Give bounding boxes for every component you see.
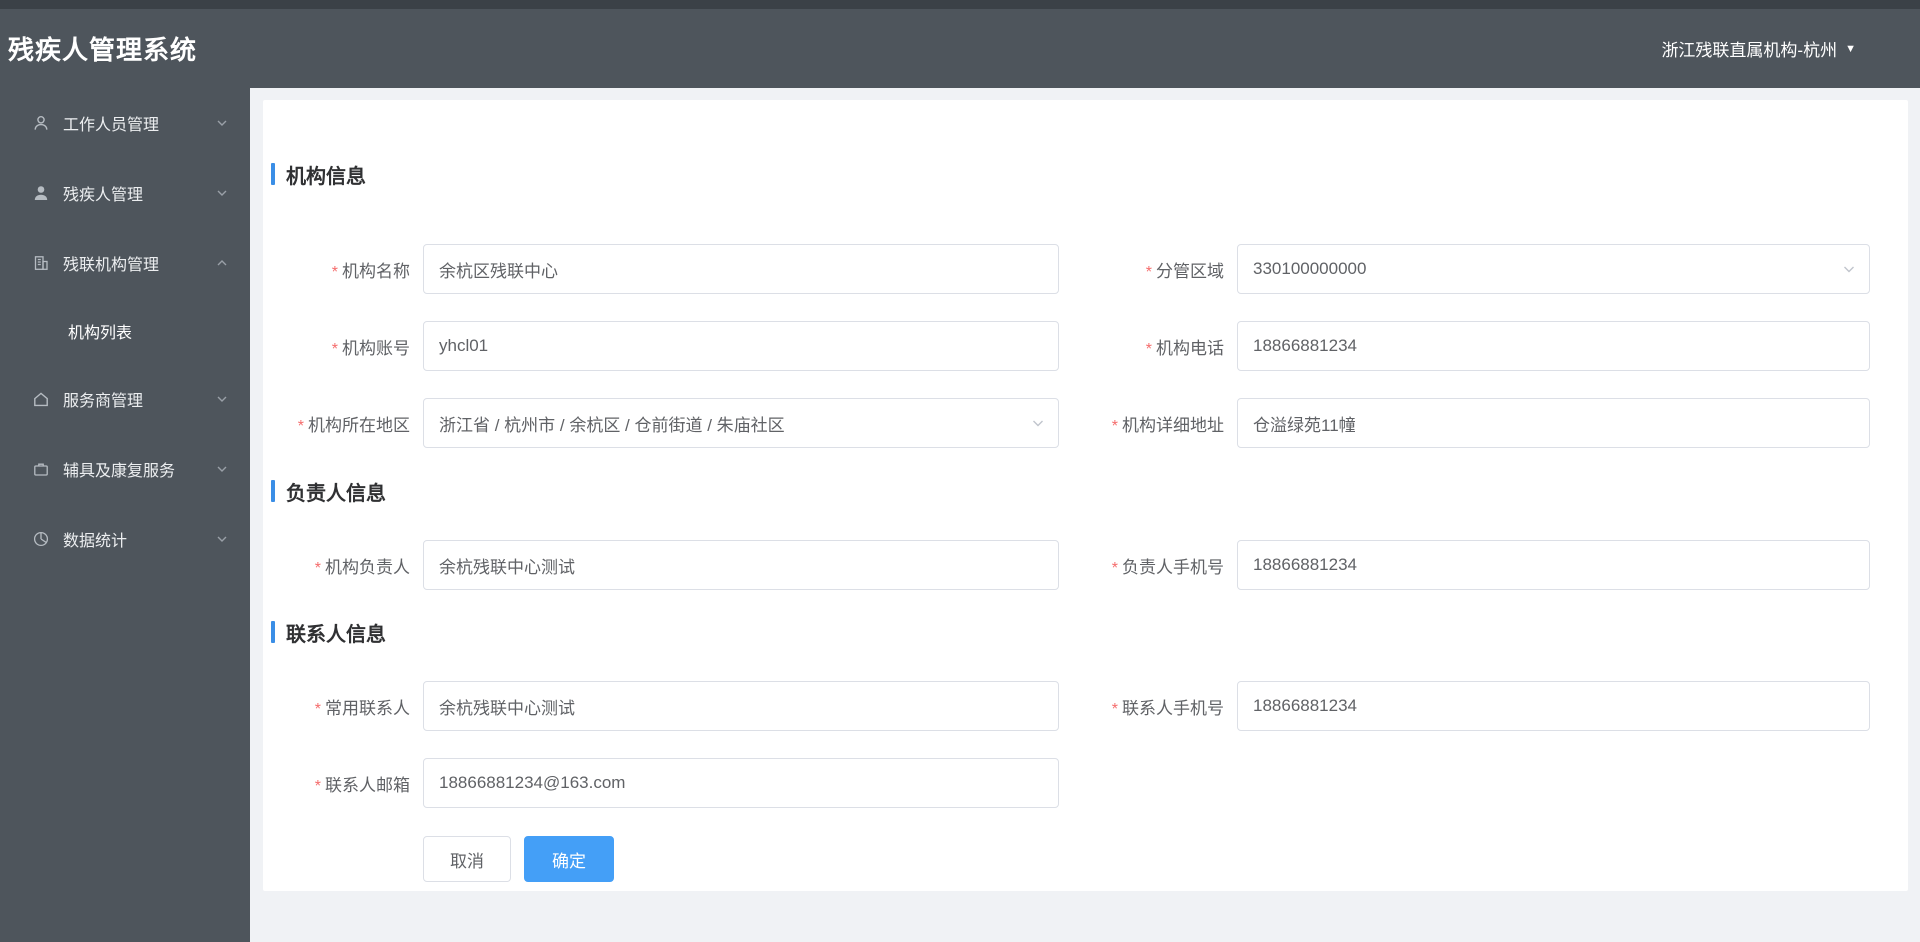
app-title: 残疾人管理系统 [8,35,198,65]
sidebar-item-provider-management[interactable]: 服务商管理 [0,364,250,434]
sidebar-item-disabled-management[interactable]: 残疾人管理 [0,158,250,228]
required-marker: * [331,340,338,358]
section-bar [271,621,275,643]
sidebar-item-org-management[interactable]: 残联机构管理 [0,228,250,298]
required-marker: * [314,559,321,577]
org-name-input[interactable] [423,244,1059,294]
form-row: *机构所在地区 *机构详细地址 [263,398,1908,448]
window-top-strip [0,0,1920,9]
org-address-input[interactable] [1237,398,1870,448]
field-label-leader-phone: * 负责人手机号 [1111,557,1224,577]
contact-name-input[interactable] [423,681,1059,731]
chevron-down-icon [216,187,228,199]
caret-down-icon: ▼ [1845,42,1856,55]
confirm-button[interactable]: 确定 [524,836,614,882]
chevron-down-icon [216,463,228,475]
required-marker: * [331,263,338,281]
sidebar-item-label: 残联机构管理 [63,257,160,274]
form-row: *机构名称 *分管区域 [263,244,1908,294]
required-marker: * [314,700,321,718]
sidebar-item-label: 辅具及康复服务 [63,463,176,480]
field-label-contact-email: * 联系人邮箱 [314,775,410,795]
required-marker: * [1111,700,1118,718]
region-select[interactable] [1237,244,1870,294]
content-area: 机构信息 *机构名称 *分管区域 [250,88,1920,942]
required-marker: * [297,417,304,435]
sidebar-subitem-org-list[interactable]: 机构列表 [0,298,250,364]
pie-chart-icon [32,530,50,548]
org-account-input[interactable] [423,321,1059,371]
chevron-down-icon [216,393,228,405]
field-label-org-account: * 机构账号 [331,338,410,358]
contact-phone-input[interactable] [1237,681,1870,731]
form-card: 机构信息 *机构名称 *分管区域 [263,100,1908,891]
section-title-org-info: 机构信息 [271,100,1908,206]
field-label-contact-phone: * 联系人手机号 [1111,698,1224,718]
sidebar-item-rehab-services[interactable]: 辅具及康复服务 [0,434,250,504]
sidebar-item-label: 服务商管理 [63,393,144,410]
required-marker: * [314,777,321,795]
form-actions: 取消 确定 [423,836,1908,882]
org-phone-input[interactable] [1237,321,1870,371]
user-org-dropdown[interactable]: 浙江残联直属机构-杭州 ▼ [1661,36,1856,61]
org-area-cascader[interactable] [423,398,1059,448]
sidebar-nav: 工作人员管理 残疾人管理 残联机构管理 机构列表 服务商管理 辅具及康复服务 数… [0,88,250,942]
user-org-label: 浙江残联直属机构-杭州 [1661,41,1838,60]
field-label-org-name: * 机构名称 [331,261,410,281]
user-filled-icon [32,184,50,202]
leader-phone-input[interactable] [1237,540,1870,590]
sidebar-item-label: 数据统计 [63,533,128,550]
section-title-contact-info: 联系人信息 [271,621,1908,646]
section-bar [271,163,275,185]
form-row: *机构账号 *机构电话 [263,321,1908,371]
cancel-button[interactable]: 取消 [423,836,511,882]
contact-email-input[interactable] [423,758,1059,808]
field-label-org-address: * 机构详细地址 [1111,415,1224,435]
section-bar [271,480,275,502]
form-row: *常用联系人 *联系人手机号 [263,681,1908,731]
sidebar-item-label: 残疾人管理 [63,187,144,204]
form-row: * 联系人邮箱 [263,758,1908,808]
required-marker: * [1111,559,1118,577]
chevron-down-icon [216,533,228,545]
briefcase-icon [32,460,50,478]
sidebar-item-label: 工作人员管理 [63,117,160,134]
form-row: *机构负责人 *负责人手机号 [263,540,1908,590]
section-title-leader-info: 负责人信息 [271,480,1908,505]
required-marker: * [1145,340,1152,358]
sidebar-item-staff-management[interactable]: 工作人员管理 [0,88,250,158]
sidebar-subitem-label: 机构列表 [68,325,133,342]
required-marker: * [1145,263,1152,281]
home-icon [32,390,50,408]
chevron-up-icon [216,257,228,269]
building-icon [32,254,50,272]
field-label-region: * 分管区域 [1145,261,1224,281]
chevron-down-icon [216,117,228,129]
required-marker: * [1111,417,1118,435]
sidebar-item-data-statistics[interactable]: 数据统计 [0,504,250,574]
user-outline-icon [32,114,50,132]
field-label-contact-name: * 常用联系人 [314,698,410,718]
app-header: 残疾人管理系统 浙江残联直属机构-杭州 ▼ [0,9,1920,88]
leader-name-input[interactable] [423,540,1059,590]
field-label-org-area: * 机构所在地区 [297,415,410,435]
field-label-org-phone: * 机构电话 [1145,338,1224,358]
field-label-leader-name: * 机构负责人 [314,557,410,577]
